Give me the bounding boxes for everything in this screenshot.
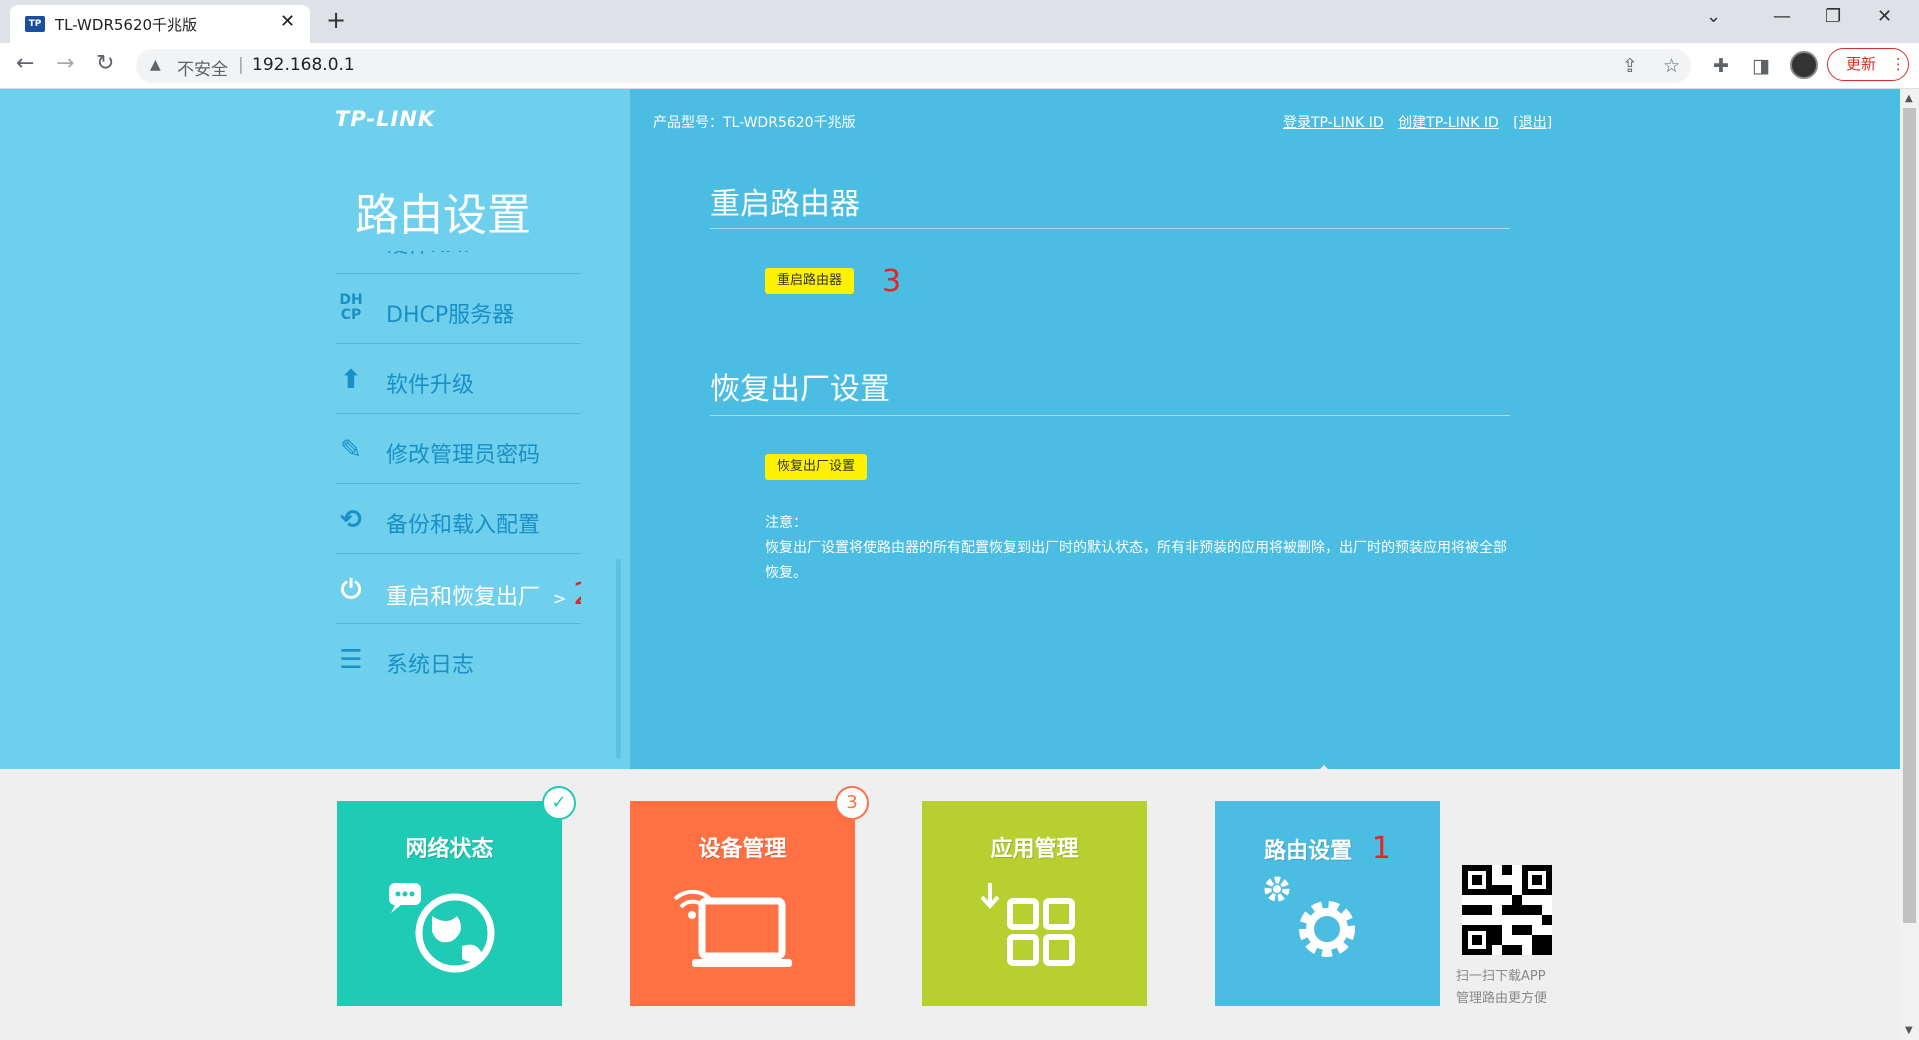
sidebar-item-reboot-reset[interactable]: ⏻ 重启和恢复出厂 > 2	[336, 553, 581, 624]
product-model: 产品型号：TL-WDR5620千兆版	[653, 115, 856, 131]
gears-icon	[1264, 876, 1355, 957]
qr-caption: 扫一扫下载APP 管理路由更方便	[1456, 969, 1548, 1006]
tile-label: 应用管理	[990, 837, 1079, 862]
address-bar[interactable]	[136, 49, 1691, 83]
dhcp-icon: DH CP	[339, 292, 363, 323]
note-text: 恢复出厂设置将使路由器的所有配置恢复到出厂时的默认状态，所有非预装的应用将被删除…	[765, 540, 1507, 581]
nat-icon: NAT	[336, 251, 366, 255]
annotation-3: 3	[882, 264, 902, 299]
tp-link-favicon-icon: TP	[25, 16, 45, 32]
annotation-1: 1	[1371, 831, 1391, 866]
sidebar-item-change-password[interactable]: ✎ 修改管理员密码	[336, 413, 581, 484]
reboot-section-title: 重启路由器	[710, 187, 860, 222]
sidebar-item-label: 硬件NAT	[386, 251, 473, 259]
sidebar-item-label: 修改管理员密码	[386, 443, 541, 468]
side-panel-icon[interactable]: ◨	[1752, 55, 1770, 77]
upload-icon: ⬆	[340, 365, 362, 395]
warning-triangle-icon[interactable]: ▲	[150, 57, 161, 73]
apps-grid-icon	[980, 883, 1075, 966]
forward-arrow-icon[interactable]: →	[56, 51, 74, 76]
laptop-wifi-icon	[673, 889, 792, 967]
sidebar-item-label: 系统日志	[386, 653, 475, 678]
tile-label: 设备管理	[698, 837, 787, 862]
active-tile-pointer	[1312, 765, 1336, 777]
check-badge-icon: ✓	[542, 786, 576, 820]
factory-reset-button[interactable]: 恢复出厂设置	[765, 454, 868, 480]
pencil-icon: ✎	[340, 435, 362, 465]
reboot-router-button[interactable]: 重启路由器	[765, 268, 855, 294]
sidebar-scrollbar[interactable]	[616, 559, 621, 759]
tile-router-settings[interactable]: 路由设置 1	[1215, 801, 1440, 1006]
profile-avatar[interactable]	[1790, 51, 1818, 79]
sidebar-item-firmware-upgrade[interactable]: ⬆ 软件升级	[336, 343, 581, 414]
create-tplink-id-link[interactable]: 创建TP-LINK ID	[1398, 115, 1499, 131]
login-tplink-id-link[interactable]: 登录TP-LINK ID	[1283, 115, 1384, 131]
scrollbar-thumb[interactable]	[1903, 108, 1916, 923]
section-divider	[710, 415, 1510, 416]
tab-title: TL-WDR5620千兆版	[55, 16, 198, 34]
sidebar-item-backup-restore[interactable]: ⟲ 备份和载入配置	[336, 483, 581, 554]
url-text[interactable]: 192.168.0.1	[252, 55, 355, 75]
tile-label: 路由设置 1	[1264, 831, 1391, 866]
annotation-2: 2	[573, 577, 581, 612]
sidebar-item-system-log[interactable]: ☰ 系统日志	[336, 623, 581, 693]
sidebar-title: 路由设置	[355, 190, 531, 241]
sidebar-menu: NAT 硬件NAT DHCP DHCP服务器 ⬆ 软件升级 ✎ 修改管理员密码 …	[336, 251, 581, 721]
history-icon: ⟲	[340, 505, 362, 535]
account-links: 登录TP-LINK ID 创建TP-LINK ID [退出]	[1283, 112, 1562, 132]
sidebar-item-label: 备份和载入配置	[386, 513, 541, 538]
tp-link-logo: TP-LINK	[335, 107, 436, 131]
update-button[interactable]: 更新 ⋮	[1827, 48, 1909, 81]
sidebar-item-label: 软件升级	[386, 373, 475, 398]
sidebar-item-dhcp-server[interactable]: DH CP DHCP服务器	[336, 273, 581, 344]
scroll-down-icon[interactable]: ▼	[1905, 1025, 1913, 1036]
tab-search-chevron-icon[interactable]: ⌄	[1706, 6, 1721, 27]
close-window-icon[interactable]: ✕	[1877, 6, 1892, 27]
factory-reset-note: 注意： 恢复出厂设置将使路由器的所有配置恢复到出厂时的默认状态，所有非预装的应用…	[765, 511, 1510, 586]
back-arrow-icon[interactable]: ←	[16, 51, 34, 76]
bookmark-star-icon[interactable]: ☆	[1663, 55, 1680, 77]
power-icon: ⏻	[340, 575, 362, 605]
router-admin-page: TP-LINK 路由设置 NAT 硬件NAT DHCP DHCP服务器 ⬆ 软件…	[0, 89, 1900, 1040]
tile-device-management[interactable]: 设备管理 3	[630, 786, 869, 1006]
more-menu-icon: ⋮	[1890, 55, 1906, 73]
sidebar-item-label: 重启和恢复出厂 > 2	[386, 577, 581, 612]
device-count-badge: 3	[835, 786, 869, 820]
factory-reset-section-title: 恢复出厂设置	[710, 372, 890, 407]
restore-window-icon[interactable]: ❐	[1825, 6, 1841, 27]
minimize-window-icon[interactable]: —	[1773, 6, 1791, 27]
tile-network-status[interactable]: 网络状态 ✓	[337, 786, 576, 1006]
address-separator: |	[238, 55, 244, 75]
tile-label: 网络状态	[405, 837, 494, 862]
extensions-puzzle-icon[interactable]: ✚	[1713, 55, 1729, 77]
app-download-qr-code	[1462, 865, 1552, 955]
browser-tab[interactable]: TP TL-WDR5620千兆版 ✕	[10, 5, 310, 43]
section-divider	[710, 228, 1510, 229]
new-tab-icon[interactable]: +	[326, 6, 346, 34]
scroll-up-icon[interactable]: ▲	[1905, 93, 1913, 104]
reload-icon[interactable]: ↻	[96, 51, 114, 76]
update-label: 更新	[1846, 55, 1877, 73]
tile-app-management[interactable]: 应用管理	[922, 801, 1147, 1006]
share-icon[interactable]: ⇪	[1622, 55, 1638, 77]
chevron-right-icon: >	[553, 589, 567, 608]
logout-link[interactable]: [退出]	[1513, 115, 1552, 131]
sidebar-item-hardware-nat[interactable]: NAT 硬件NAT	[336, 251, 581, 274]
globe-chat-icon	[389, 883, 495, 973]
close-tab-icon[interactable]: ✕	[280, 11, 295, 32]
note-title: 注意：	[765, 515, 807, 531]
security-status[interactable]: 不安全	[177, 55, 228, 80]
sidebar-item-label: DHCP服务器	[386, 303, 515, 328]
list-icon: ☰	[339, 645, 363, 675]
